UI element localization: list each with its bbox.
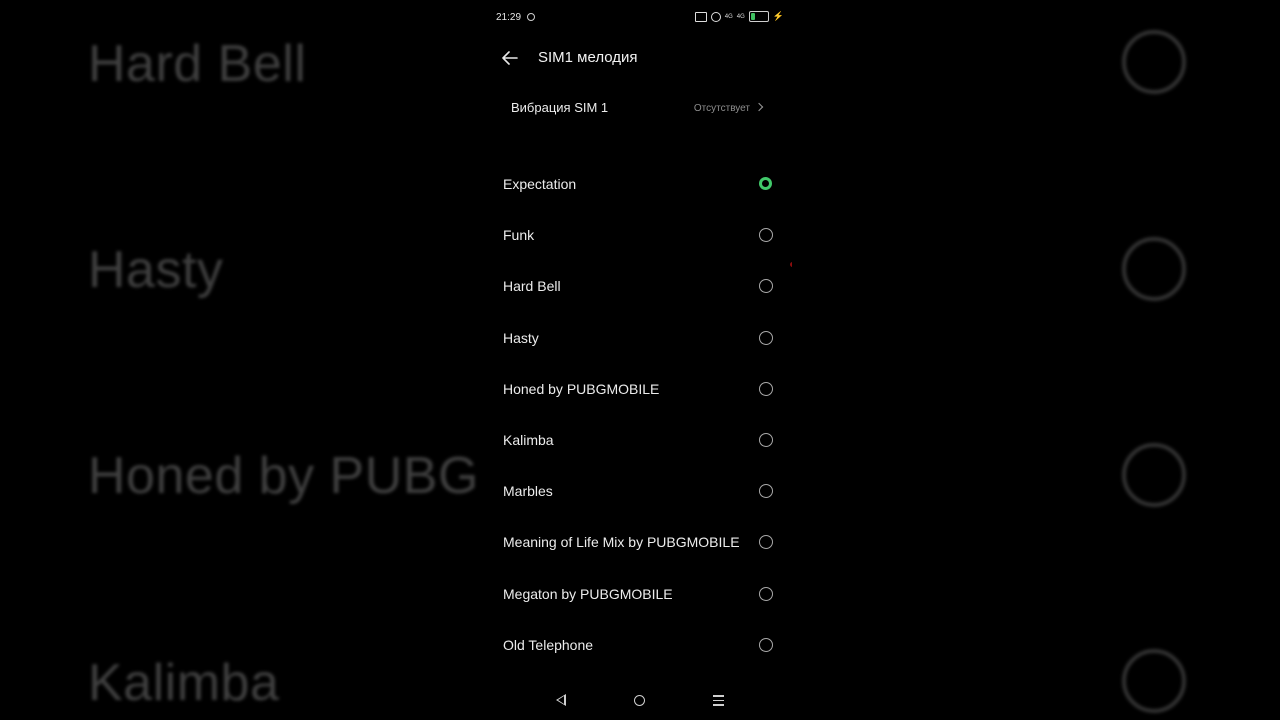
ringtone-label: Old Telephone (503, 636, 594, 653)
chevron-right-icon (754, 102, 764, 112)
background-radio-icon (1122, 30, 1186, 94)
page-title: SIM1 мелодия (538, 49, 638, 66)
radio-button[interactable] (759, 484, 773, 499)
radio-button[interactable] (759, 279, 773, 294)
background-radio-icon (1122, 237, 1186, 301)
nav-recents-icon[interactable] (713, 695, 724, 706)
ringtone-label: Expectation (503, 176, 577, 192)
ringtone-label: Meaning of Life Mix by PUBGMOBILE (503, 534, 740, 551)
background-item-label: Hasty (88, 241, 224, 299)
alarm-icon (710, 11, 721, 22)
background-item-label: Kalimba (88, 654, 280, 712)
ringtone-label: Hard Bell (503, 278, 561, 295)
ringtone-item[interactable]: Old Telephone (488, 619, 792, 670)
ringtone-item[interactable]: Kalimba (488, 414, 792, 465)
radio-button[interactable] (759, 381, 773, 396)
radio-button[interactable] (759, 330, 773, 345)
ringtone-item[interactable]: Funk (488, 209, 792, 260)
background-radio-icon (1122, 649, 1186, 713)
ringtone-item[interactable]: Hasty (488, 312, 792, 363)
ringtone-list: Expectation Funk Hard Bell Hasty Honed b… (488, 158, 792, 670)
header: SIM1 мелодия (488, 40, 792, 76)
ringtone-item[interactable]: Megaton by PUBGMOBILE (488, 568, 792, 619)
vibration-setting-row[interactable]: Вибрация SIM 1 Отсутствует (488, 92, 792, 126)
background-right-panel (792, 0, 1280, 720)
ringtone-item[interactable]: Honed by PUBGMOBILE (488, 363, 792, 414)
background-left-panel: Hard Bell Hasty Honed by PUBG Kalimba (0, 0, 488, 720)
recording-indicator-icon (790, 262, 792, 267)
signal-icon: 4G (736, 13, 745, 20)
background-item-label: Honed by PUBG (88, 447, 479, 505)
charging-icon: ⚡ (772, 11, 784, 21)
battery-icon: 23 (748, 11, 769, 22)
ringtone-item[interactable]: Meaning of Life Mix by PUBGMOBILE (488, 516, 792, 567)
ringtone-item[interactable]: Hard Bell (488, 260, 792, 311)
ringtone-item[interactable]: Marbles (488, 465, 792, 516)
battery-level: 23 (754, 13, 763, 20)
status-icons: 4G 4G 23 ⚡ (694, 11, 784, 22)
vibration-value: Отсутствует (693, 103, 750, 114)
background-radio-icon (1122, 443, 1186, 507)
radio-button[interactable] (759, 177, 772, 190)
radio-button[interactable] (759, 432, 773, 447)
ringtone-label: Marbles (503, 483, 553, 500)
status-bar: 21:29 4G 4G 23 ⚡ (488, 0, 792, 34)
ringtone-label: Hasty (503, 329, 539, 346)
nav-back-icon[interactable] (556, 694, 566, 706)
navigation-bar (488, 684, 792, 720)
ringtone-label: Honed by PUBGMOBILE (503, 380, 660, 397)
radio-button[interactable] (759, 586, 773, 601)
radio-button[interactable] (759, 228, 773, 243)
background-item-label: Hard Bell (88, 35, 307, 93)
ringtone-label: Funk (503, 227, 535, 244)
cast-icon (694, 11, 707, 22)
phone-screen: 21:29 4G 4G 23 ⚡ SIM1 мелодия Вибрация S… (488, 0, 792, 720)
signal-icon: 4G (724, 13, 733, 20)
radio-button[interactable] (759, 535, 773, 550)
ringtone-item[interactable]: Expectation (488, 158, 792, 209)
arrow-left-icon[interactable] (500, 48, 520, 68)
radio-button[interactable] (759, 637, 773, 652)
status-time: 21:29 (496, 12, 522, 23)
nav-home-icon[interactable] (634, 695, 645, 706)
vibration-label: Вибрация SIM 1 (511, 100, 609, 115)
ringtone-label: Kalimba (503, 431, 554, 448)
screen: Hard Bell Hasty Honed by PUBG Kalimba 21… (0, 0, 1280, 720)
notification-icon (527, 13, 535, 21)
ringtone-label: Megaton by PUBGMOBILE (503, 585, 673, 602)
